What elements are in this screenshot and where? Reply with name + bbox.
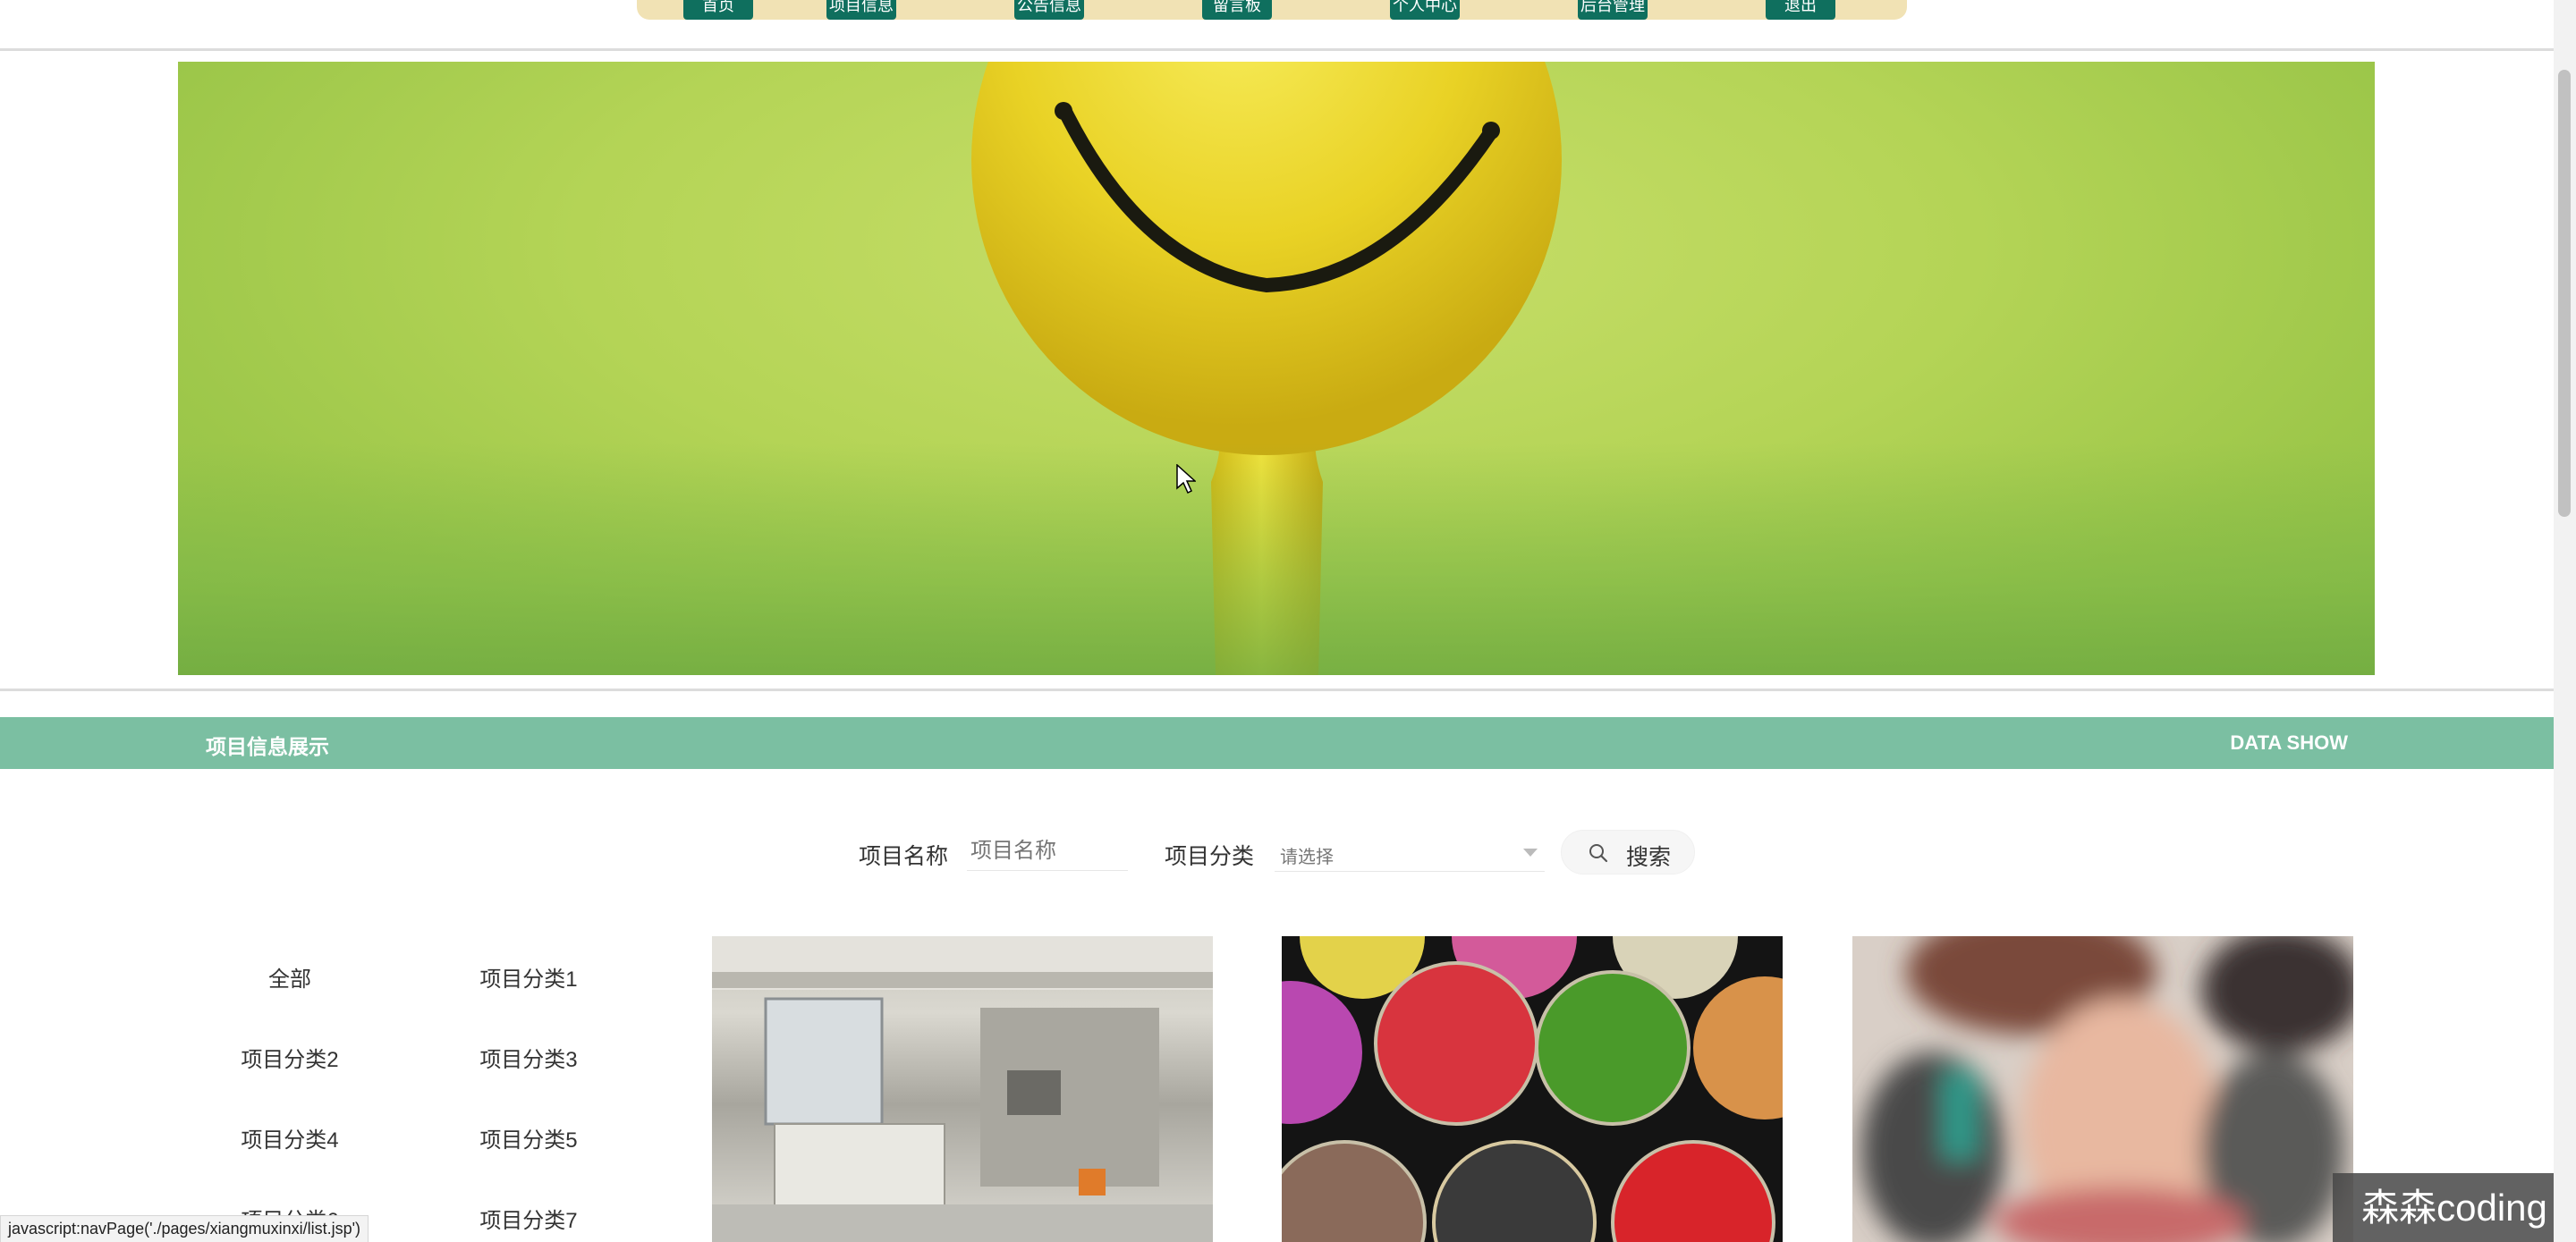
category-item-3[interactable]: 项目分类3 (457, 1042, 600, 1073)
nav-strip: 首页 项目信息 公告信息 留言板 个人中心 后台管理 退出 (637, 0, 1907, 20)
nav-item-home[interactable]: 首页 (683, 0, 753, 20)
nav-item-notices[interactable]: 公告信息 (1014, 0, 1084, 20)
category-item-all[interactable]: 全部 (218, 961, 361, 993)
banner-carousel[interactable] (178, 62, 2375, 675)
chevron-down-icon (1523, 849, 1538, 857)
nav-item-admin[interactable]: 后台管理 (1578, 0, 1648, 20)
category-item-2[interactable]: 项目分类2 (218, 1042, 361, 1073)
nav-item-profile[interactable]: 个人中心 (1390, 0, 1460, 20)
petri-dishes-image (1282, 936, 1783, 1242)
project-card-2[interactable] (1282, 936, 1783, 1242)
project-card-1[interactable] (712, 936, 1213, 1242)
nav-item-messages[interactable]: 留言板 (1202, 0, 1272, 20)
category-item-5[interactable]: 项目分类5 (457, 1122, 600, 1153)
category-select-placeholder: 请选择 (1280, 846, 1334, 867)
project-name-input[interactable] (967, 832, 1128, 871)
browser-status-bar: javascript:navPage('./pages/xiangmuxinxi… (0, 1215, 369, 1242)
section-title: 项目信息展示 (206, 735, 329, 758)
scrollbar-thumb[interactable] (2558, 70, 2571, 517)
section-divider (0, 689, 2554, 691)
lab-equipment-image (712, 936, 1213, 1242)
search-button[interactable]: 搜索 (1561, 830, 1695, 874)
mouse-cursor-icon (1176, 464, 1196, 494)
nav-item-logout[interactable]: 退出 (1766, 0, 1835, 20)
category-item-7[interactable]: 项目分类7 (457, 1203, 600, 1234)
section-header: 项目信息展示 DATA SHOW (0, 717, 2554, 769)
watermark: 森森coding (2333, 1173, 2576, 1242)
project-category-select[interactable]: 请选择 (1275, 832, 1545, 872)
grass-overlay (178, 443, 2375, 675)
project-name-label: 项目名称 (859, 844, 949, 869)
search-button-label: 搜索 (1626, 844, 1672, 870)
project-category-label: 项目分类 (1165, 844, 1255, 869)
section-subtitle: DATA SHOW (2230, 731, 2348, 754)
search-icon (1589, 844, 1608, 863)
search-form: 项目名称 项目分类 请选择 搜索 (0, 830, 2576, 874)
top-navbar: 首页 项目信息 公告信息 留言板 个人中心 后台管理 退出 (0, 0, 2576, 51)
category-item-4[interactable]: 项目分类4 (218, 1122, 361, 1153)
nav-item-projects[interactable]: 项目信息 (826, 0, 896, 20)
project-card-3[interactable] (1852, 936, 2353, 1242)
category-item-1[interactable]: 项目分类1 (457, 961, 600, 993)
blurred-photo-image (1852, 936, 2353, 1242)
